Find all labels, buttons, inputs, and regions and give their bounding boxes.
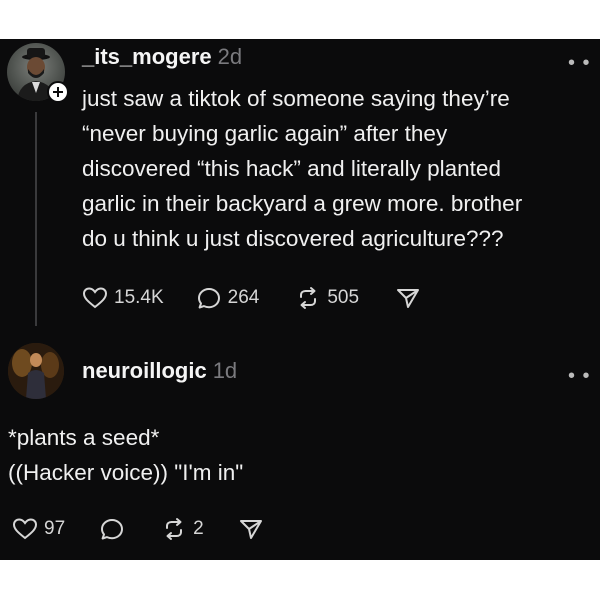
reply-count: 264 (227, 287, 260, 308)
repost-button[interactable]: 505 (295, 286, 359, 310)
repost-arrows-icon (300, 287, 317, 309)
reply-actions: 97 2 (12, 517, 264, 541)
timestamp: 1d (212, 358, 238, 383)
reply-header: neuroillogic 1d (82, 358, 237, 384)
more-dots-icon[interactable]: • • (568, 52, 591, 75)
avatar[interactable] (8, 343, 64, 399)
follow-plus-icon[interactable] (47, 81, 69, 103)
reply-text-line: ((Hacker voice)) "I'm in" (8, 460, 244, 485)
repost-count: 505 (327, 287, 360, 308)
repost-arrows-icon (166, 518, 183, 540)
like-button[interactable]: 97 (12, 517, 65, 541)
reply-body: *plants a seed* ((Hacker voice)) "I'm in… (8, 420, 243, 490)
post-text-line: “never buying garlic again” after they (82, 121, 448, 146)
reply-button[interactable] (99, 517, 125, 541)
post-text-line: do u think u just discovered agriculture… (82, 226, 504, 251)
reply-button[interactable]: 264 (196, 286, 260, 310)
post-header: _its_mogere 2d (82, 44, 242, 70)
reply-text-line: *plants a seed* (8, 425, 160, 450)
thread-line (35, 112, 37, 326)
send-icon (397, 289, 420, 308)
username[interactable]: neuroillogic (82, 358, 207, 383)
username[interactable]: _its_mogere (82, 44, 212, 69)
heart-icon (12, 518, 38, 540)
comment-bubble-icon (197, 288, 220, 309)
more-dots-icon[interactable]: • • (568, 365, 591, 388)
post-body: just saw a tiktok of someone saying they… (82, 81, 522, 256)
heart-icon (82, 287, 108, 309)
share-button[interactable] (238, 517, 264, 541)
repost-button[interactable]: 2 (161, 517, 204, 541)
like-count: 15.4K (114, 287, 164, 308)
post-text-line: garlic in their backyard a grew more. br… (82, 191, 523, 216)
comment-bubble-icon (101, 519, 124, 540)
like-button[interactable]: 15.4K (82, 286, 164, 310)
share-button[interactable] (395, 286, 421, 310)
post-text-line: discovered “this hack” and literally pla… (82, 156, 501, 181)
timestamp: 2d (217, 44, 243, 69)
post-text-line: just saw a tiktok of someone saying they… (82, 86, 510, 111)
send-icon (239, 520, 262, 539)
like-count: 97 (44, 518, 66, 539)
repost-count: 2 (193, 518, 204, 539)
post-actions: 15.4K 264 505 (82, 286, 421, 310)
